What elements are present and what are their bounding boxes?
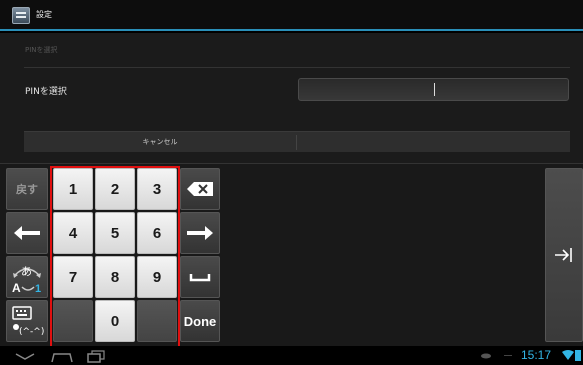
pin-input[interactable] [298, 78, 569, 101]
cursor-left-key[interactable] [6, 212, 48, 254]
done-key[interactable]: Done [180, 300, 220, 342]
action-bar: 設定 [0, 0, 583, 31]
key-2[interactable]: 2 [95, 168, 135, 210]
backspace-key[interactable] [180, 168, 220, 210]
key-6[interactable]: 6 [137, 212, 177, 254]
space-key[interactable] [180, 256, 220, 298]
cancel-label: キャンセル [142, 138, 178, 146]
dialog-title: PINを選択 [25, 46, 58, 54]
text-cursor [434, 83, 435, 96]
status-divider [504, 355, 512, 356]
tab-key[interactable] [545, 168, 583, 342]
dialog-divider [24, 67, 570, 68]
system-bar: 15:17 [0, 346, 583, 365]
cursor-right-key[interactable] [180, 212, 220, 254]
kana-top-label: あ [21, 265, 32, 278]
back-key[interactable]: 戻す [6, 168, 48, 210]
arrow-right-icon [187, 226, 213, 240]
settings-app-icon[interactable] [12, 7, 30, 24]
emoticon-label: (^-^) [19, 327, 44, 337]
keyboard-settings-key[interactable]: (^-^) [6, 300, 48, 342]
key-4[interactable]: 4 [53, 212, 93, 254]
back-nav-icon[interactable] [14, 351, 36, 361]
wifi-icon [562, 350, 574, 360]
home-nav-icon[interactable] [50, 349, 74, 363]
blank-key-left [53, 300, 93, 342]
back-key-label: 戻す [16, 183, 38, 196]
notification-icon [481, 353, 491, 359]
key-7[interactable]: 7 [53, 256, 93, 298]
clock: 15:17 [521, 348, 552, 362]
key-3[interactable]: 3 [137, 168, 177, 210]
arrow-left-icon [14, 226, 40, 240]
app-title: 設定 [36, 10, 52, 19]
pin-label: PINを選択 [25, 87, 67, 97]
key-9[interactable]: 9 [137, 256, 177, 298]
key-5[interactable]: 5 [95, 212, 135, 254]
key-1[interactable]: 1 [53, 168, 93, 210]
blank-key-right [137, 300, 177, 342]
numeric-keyboard: 戻す あ A 1 (^-^) 1 2 3 4 5 6 7 8 9 0 Done [0, 163, 583, 346]
keyboard-icon: (^-^) [12, 306, 44, 337]
recents-nav-icon[interactable] [86, 349, 106, 363]
input-mode-icon: あ A 1 [12, 265, 41, 295]
backspace-icon [187, 182, 213, 196]
kana-digit-label: 1 [35, 283, 41, 295]
battery-icon [575, 350, 581, 361]
kana-bottom-label: A [12, 281, 21, 295]
button-divider [296, 135, 297, 150]
pin-dialog: PINを選択 PINを選択 キャンセル [0, 33, 583, 163]
cancel-button[interactable]: キャンセル [24, 131, 570, 152]
space-icon [189, 274, 211, 282]
key-0[interactable]: 0 [95, 300, 135, 342]
key-8[interactable]: 8 [95, 256, 135, 298]
input-mode-key[interactable]: あ A 1 [6, 256, 48, 298]
tab-icon [555, 248, 572, 262]
